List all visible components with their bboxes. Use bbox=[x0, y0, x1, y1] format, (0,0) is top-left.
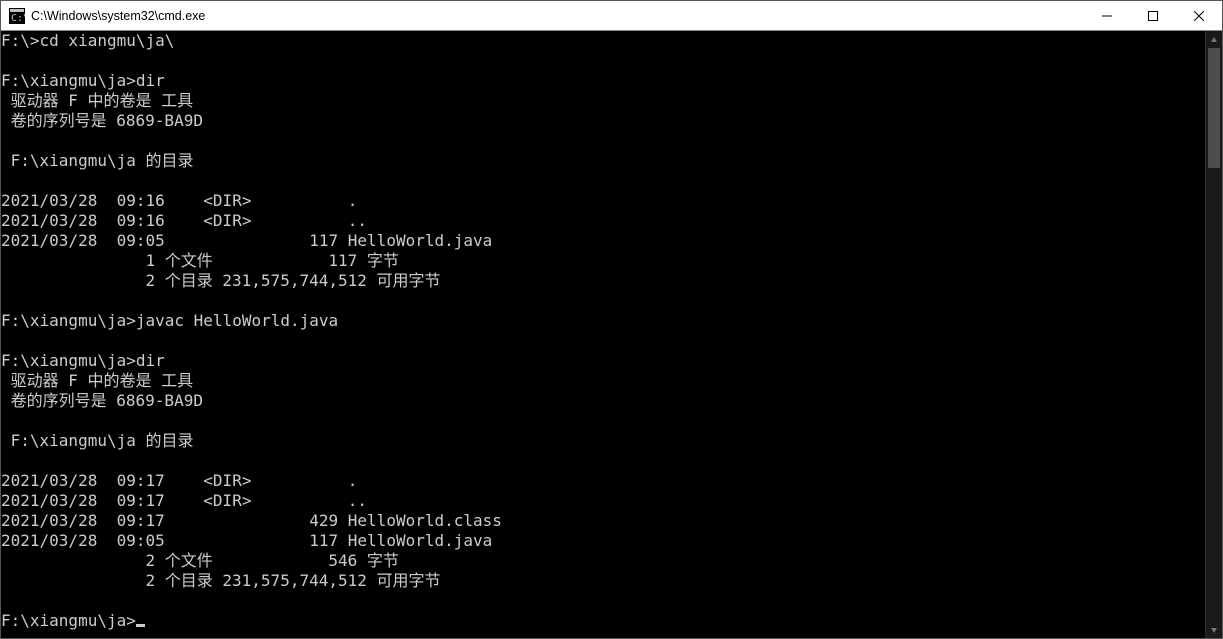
terminal-line bbox=[1, 591, 1205, 611]
window-controls bbox=[1084, 1, 1222, 30]
terminal-line: 2021/03/28 09:05 117 HelloWorld.java bbox=[1, 531, 1205, 551]
window-title: C:\Windows\system32\cmd.exe bbox=[31, 1, 1084, 31]
terminal-line: F:\xiangmu\ja 的目录 bbox=[1, 151, 1205, 171]
cmd-icon: C:\ bbox=[9, 8, 25, 24]
terminal-line: 2 个目录 231,575,744,512 可用字节 bbox=[1, 571, 1205, 591]
terminal-line: 驱动器 F 中的卷是 工具 bbox=[1, 91, 1205, 111]
client-area: F:\>cd xiangmu\ja\ F:\xiangmu\ja>dir 驱动器 … bbox=[1, 31, 1222, 638]
terminal-output[interactable]: F:\>cd xiangmu\ja\ F:\xiangmu\ja>dir 驱动器 … bbox=[1, 31, 1205, 638]
terminal-line: 2021/03/28 09:17 <DIR> . bbox=[1, 471, 1205, 491]
scroll-thumb[interactable] bbox=[1208, 48, 1220, 168]
terminal-line: 2021/03/28 09:16 <DIR> .. bbox=[1, 211, 1205, 231]
terminal-line: 2 个目录 231,575,744,512 可用字节 bbox=[1, 271, 1205, 291]
terminal-line: 2021/03/28 09:17 <DIR> .. bbox=[1, 491, 1205, 511]
terminal-line bbox=[1, 291, 1205, 311]
terminal-line: F:\xiangmu\ja>javac HelloWorld.java bbox=[1, 311, 1205, 331]
terminal-line: 2021/03/28 09:05 117 HelloWorld.java bbox=[1, 231, 1205, 251]
terminal-line: F:\xiangmu\ja 的目录 bbox=[1, 431, 1205, 451]
close-button[interactable] bbox=[1176, 1, 1222, 31]
terminal-line bbox=[1, 171, 1205, 191]
scroll-up-button[interactable] bbox=[1206, 31, 1222, 48]
terminal-line: 驱动器 F 中的卷是 工具 bbox=[1, 371, 1205, 391]
terminal-line bbox=[1, 131, 1205, 151]
svg-text:C:\: C:\ bbox=[11, 13, 25, 24]
scroll-track[interactable] bbox=[1206, 48, 1222, 621]
terminal-line: F:\>cd xiangmu\ja\ bbox=[1, 31, 1205, 51]
terminal-line: 1 个文件 117 字节 bbox=[1, 251, 1205, 271]
terminal-line: F:\xiangmu\ja>dir bbox=[1, 351, 1205, 371]
terminal-line: 2021/03/28 09:17 429 HelloWorld.class bbox=[1, 511, 1205, 531]
terminal-line: 卷的序列号是 6869-BA9D bbox=[1, 111, 1205, 131]
cursor bbox=[136, 624, 145, 627]
maximize-button[interactable] bbox=[1130, 1, 1176, 31]
minimize-button[interactable] bbox=[1084, 1, 1130, 31]
cmd-window: C:\ C:\Windows\system32\cmd.exe F:\>cd x… bbox=[0, 0, 1223, 639]
terminal-line: 2 个文件 546 字节 bbox=[1, 551, 1205, 571]
terminal-line bbox=[1, 451, 1205, 471]
terminal-line: F:\xiangmu\ja> bbox=[1, 611, 1205, 631]
terminal-line: F:\xiangmu\ja>dir bbox=[1, 71, 1205, 91]
terminal-line bbox=[1, 51, 1205, 71]
scroll-down-button[interactable] bbox=[1206, 621, 1222, 638]
terminal-line bbox=[1, 411, 1205, 431]
terminal-line: 卷的序列号是 6869-BA9D bbox=[1, 391, 1205, 411]
terminal-line bbox=[1, 331, 1205, 351]
vertical-scrollbar[interactable] bbox=[1205, 31, 1222, 638]
terminal-line: 2021/03/28 09:16 <DIR> . bbox=[1, 191, 1205, 211]
window-titlebar[interactable]: C:\ C:\Windows\system32\cmd.exe bbox=[1, 1, 1222, 31]
